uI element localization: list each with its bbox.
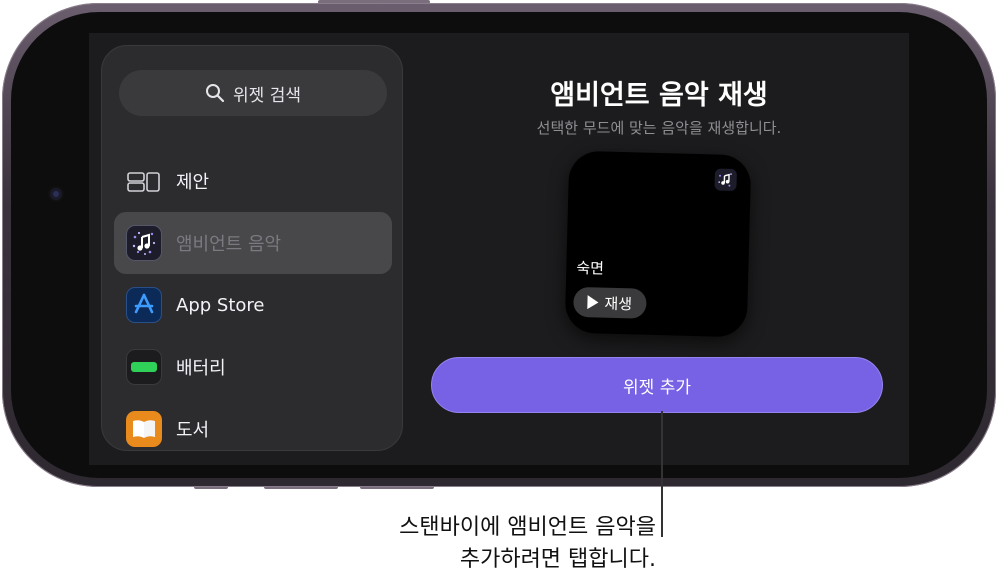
play-label: 재생 [604,294,633,313]
callout-line-1: 스탠바이에 앰비언트 음악을 [399,515,656,540]
sidebar-item-label: 앰비언트 음악 [176,234,282,255]
sidebar-item-battery[interactable]: 배터리 [114,336,392,398]
callout-line [661,411,663,537]
widget-list-panel: 위젯 검색 제안 앰비언트 음악 App Store 배터리 도서 [101,45,403,451]
sidebar-item-label: 제안 [176,172,210,193]
app-store-icon [126,287,162,323]
sidebar-item-suggestions[interactable]: 제안 [114,150,392,212]
books-icon [126,411,162,447]
sidebar-item-ambient-music[interactable]: 앰비언트 음악 [114,212,392,274]
add-widget-label: 위젯 추가 [623,377,691,398]
play-button[interactable]: 재생 [573,286,647,319]
callout-line-2: 추가하려면 탭합니다. [459,547,656,572]
battery-icon [126,349,162,385]
sidebar-item-label: 도서 [176,420,210,441]
sidebar-item-label: App Store [176,294,265,316]
ambient-music-icon [126,225,162,261]
sidebar-item-app-store[interactable]: App Store [114,274,392,336]
add-widget-button[interactable]: 위젯 추가 [431,357,883,413]
play-icon [587,295,599,310]
suggestions-icon [127,172,160,192]
ambient-music-icon [714,168,737,192]
camera-icon [50,188,62,200]
search-label: 위젯 검색 [233,85,301,106]
callout-text: 스탠바이에 앰비언트 음악을 추가하려면 탭합니다. [399,512,656,576]
stage: 위젯 검색 제안 앰비언트 음악 App Store 배터리 도서 앰비언트 음… [0,0,998,585]
widget-title: 앰비언트 음악 재생 [550,80,768,111]
sidebar-item-label: 배터리 [176,358,226,379]
sidebar-item-books[interactable]: 도서 [114,398,392,450]
widget-description: 선택한 무드에 맞는 음악을 재생합니다. [536,119,782,137]
standby-screen: 위젯 검색 제안 앰비언트 음악 App Store 배터리 도서 앰비언트 음… [89,33,909,465]
widget-preview: 숙면 재생 [564,150,752,338]
search-bar[interactable]: 위젯 검색 [119,70,387,116]
widget-mood-label: 숙면 [576,258,605,278]
search-icon [206,84,225,103]
